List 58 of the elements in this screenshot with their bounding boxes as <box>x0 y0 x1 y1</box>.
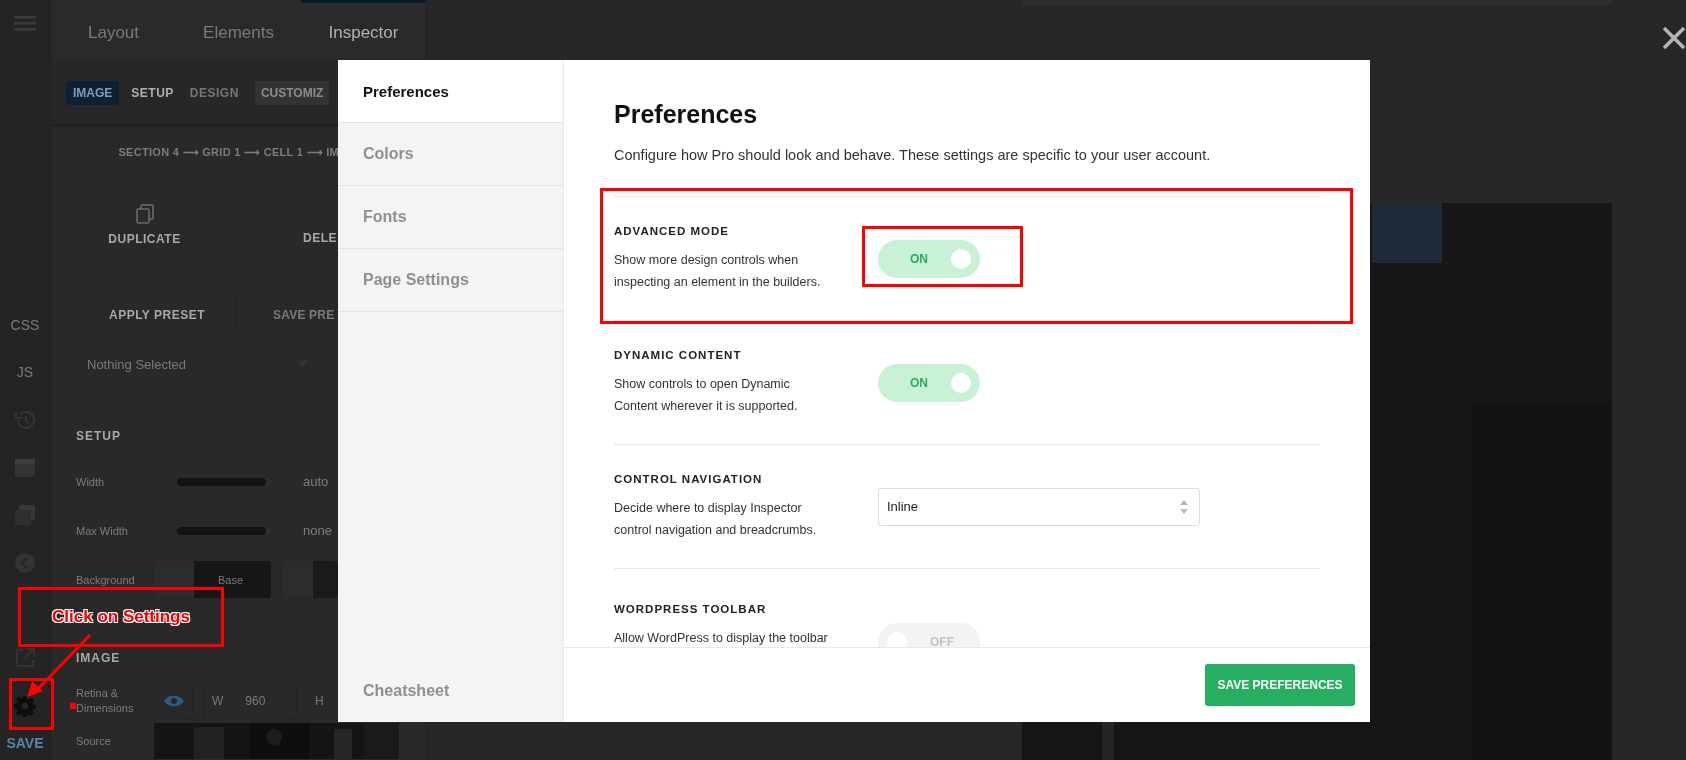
width-field[interactable]: 960 <box>245 694 266 708</box>
mode-tab[interactable]: CUSTOMIZ <box>254 81 330 105</box>
tab[interactable]: Layout <box>51 0 176 62</box>
breadcrumb-path[interactable]: SECTION 4 ⟶ GRID 1 ⟶ CELL 1 ⟶ IM <box>118 145 339 159</box>
control-label: Max Width <box>76 524 129 537</box>
callout-text: Click on Settings <box>52 607 190 627</box>
section-heading: IMAGE <box>76 651 121 665</box>
field-label: H <box>315 694 324 708</box>
slider-fill[interactable] <box>177 526 267 535</box>
save-preset-button[interactable]: SAVE PRE <box>273 308 335 322</box>
nav-item[interactable]: Fonts <box>338 186 563 249</box>
close-icon[interactable] <box>1662 26 1686 50</box>
preset-select[interactable]: Nothing Selected <box>77 346 323 382</box>
window-icon[interactable] <box>14 456 36 479</box>
sort-arrows-icon <box>1179 498 1189 515</box>
field-label: W <box>212 694 224 708</box>
apply-preset-button[interactable]: APPLY PRESET <box>77 296 237 334</box>
copy-icon <box>135 204 154 224</box>
delete-button[interactable]: DELE <box>303 231 337 245</box>
setting-label: ADVANCED MODE <box>614 224 730 237</box>
control-label: Retina & Dimensions <box>76 686 135 716</box>
duplicate-button[interactable]: DUPLICATE <box>51 181 239 269</box>
control-label: Source <box>76 734 112 747</box>
setting-description: Show controls to open Dynamic Content wherever it is supported. <box>614 375 799 415</box>
visibility-button[interactable] <box>154 682 193 720</box>
mode-tab[interactable]: SETUP <box>131 86 174 100</box>
setting-description: Show more design controls when inspecting an element in the builders. <box>614 251 822 291</box>
slider-control[interactable] <box>154 462 294 501</box>
slider-control[interactable] <box>154 511 294 550</box>
section-heading: SETUP <box>76 429 121 443</box>
select-field[interactable]: Inline <box>878 487 1200 526</box>
dialog-title: Preferences <box>614 99 759 129</box>
setting-label: WORDPRESS TOOLBAR <box>614 603 768 615</box>
rail-button[interactable]: CSS <box>10 316 40 333</box>
mode-tab[interactable]: DESIGN <box>189 86 239 100</box>
toggle-switch[interactable]: ON <box>878 239 980 278</box>
setting-description: Allow WordPress to display the toolbar <box>614 630 829 647</box>
dialog-description: Configure how Pro should look and behave. These settings are specific to your user account. <box>614 146 1212 164</box>
control-label: Width <box>76 475 106 488</box>
save-button[interactable]: SAVE <box>6 735 44 752</box>
setting-label: CONTROL NAVIGATION <box>614 472 764 485</box>
control-label: Background <box>76 573 136 586</box>
setting-label: DYNAMIC CONTENT <box>614 348 743 361</box>
setting-description: Decide where to display Inspector control navigation and breadcrumbs. <box>614 499 818 539</box>
nav-item[interactable]: Cheatsheet <box>338 660 563 722</box>
save-preferences-button[interactable]: SAVE PREFERENCES <box>1205 664 1355 706</box>
toggle-switch[interactable]: ON <box>878 363 980 402</box>
slider-fill[interactable] <box>177 477 267 486</box>
element-badge: IMAGE <box>66 81 120 105</box>
nav-item[interactable]: Page Settings <box>338 249 563 312</box>
highlight-box <box>9 678 54 730</box>
rail-button[interactable]: JS <box>16 364 34 381</box>
external-link-icon[interactable] <box>14 646 36 669</box>
nav-item[interactable]: Colors <box>338 123 563 186</box>
eye-icon <box>163 695 184 707</box>
settings-icon[interactable] <box>14 694 36 717</box>
nav-item[interactable]: Preferences <box>338 60 563 123</box>
tab[interactable]: Elements <box>176 0 301 62</box>
